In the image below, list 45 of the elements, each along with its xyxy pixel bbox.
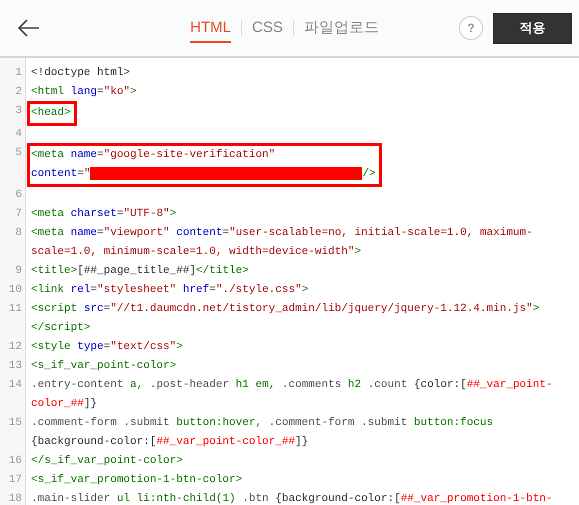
line-number: 15 [8, 416, 23, 431]
apply-button[interactable]: 적용 [493, 12, 572, 44]
line-number: 18 [8, 492, 23, 505]
line-number: 13 [8, 359, 23, 374]
tab[interactable]: 파일업로드 [304, 13, 379, 43]
code-line: </script> [31, 322, 90, 334]
code-line: </s_if_var_point-color> [31, 455, 183, 467]
line-number: 14 [8, 378, 23, 393]
code-line: <html lang="ko"> [31, 86, 137, 98]
code-line: .main-slider ul li:nth-child(1) .btn {background-color:[##_var_promotion-1-btn- [31, 493, 553, 505]
line-number: 5 [14, 146, 23, 161]
line-number: 2 [14, 85, 23, 100]
code-line: content=" /> [31, 168, 376, 180]
line-number: 4 [14, 127, 23, 142]
line-number: 10 [8, 283, 23, 298]
code-line: <meta name="viewport" content="user-scalable=no, initial-scale=1.0, maximum- [31, 227, 533, 239]
code-line: <s_if_var_point-color> [31, 360, 176, 372]
code-line: <script src="//t1.daumcdn.net/tistory_admin/lib/jquery/jquery-1.12.4.min.js"> [31, 303, 540, 315]
line-number: 3 [14, 104, 23, 119]
back-icon[interactable] [18, 19, 40, 37]
tab[interactable]: CSS [252, 13, 283, 43]
code-line: <link rel="stylesheet" href="./style.css"> [31, 284, 308, 296]
line-number: 11 [8, 302, 23, 317]
code-line: .entry-content a, .post-header h1 em, .comments h2 .count {color:[##_var_point- [31, 379, 553, 391]
line-number: 12 [8, 340, 23, 355]
line-number: 7 [14, 207, 23, 222]
code-line: color_##]} [31, 398, 98, 410]
line-number: 6 [14, 188, 23, 203]
help-button[interactable]: ? [459, 16, 483, 40]
line-number: 9 [14, 264, 23, 279]
code-line: <style type="text/css"> [31, 341, 183, 353]
code-line: .comment-form .submit button:hover, .comment-form .submit button:focus [31, 417, 494, 429]
code-line: <!doctype html> [31, 67, 130, 79]
code-line: <meta name="google-site-verification" [31, 149, 276, 161]
code-line: <meta charset="UTF-8"> [31, 208, 176, 220]
tab[interactable]: HTML [190, 13, 231, 43]
line-number: 8 [14, 226, 23, 241]
code-line: <head> [31, 107, 71, 119]
line-number: 16 [8, 454, 23, 469]
line-number: 1 [14, 66, 23, 81]
code-line: <title>[##_page_title_##]</title> [31, 265, 249, 277]
code-line: <s_if_var_promotion-1-btn-color> [31, 474, 242, 486]
code-line: {background-color:[##_var_point-color_##]} [31, 436, 308, 448]
line-number: 17 [8, 473, 23, 488]
code-line: scale=1.0, minimum-scale=1.0, width=device-width"> [31, 246, 362, 258]
